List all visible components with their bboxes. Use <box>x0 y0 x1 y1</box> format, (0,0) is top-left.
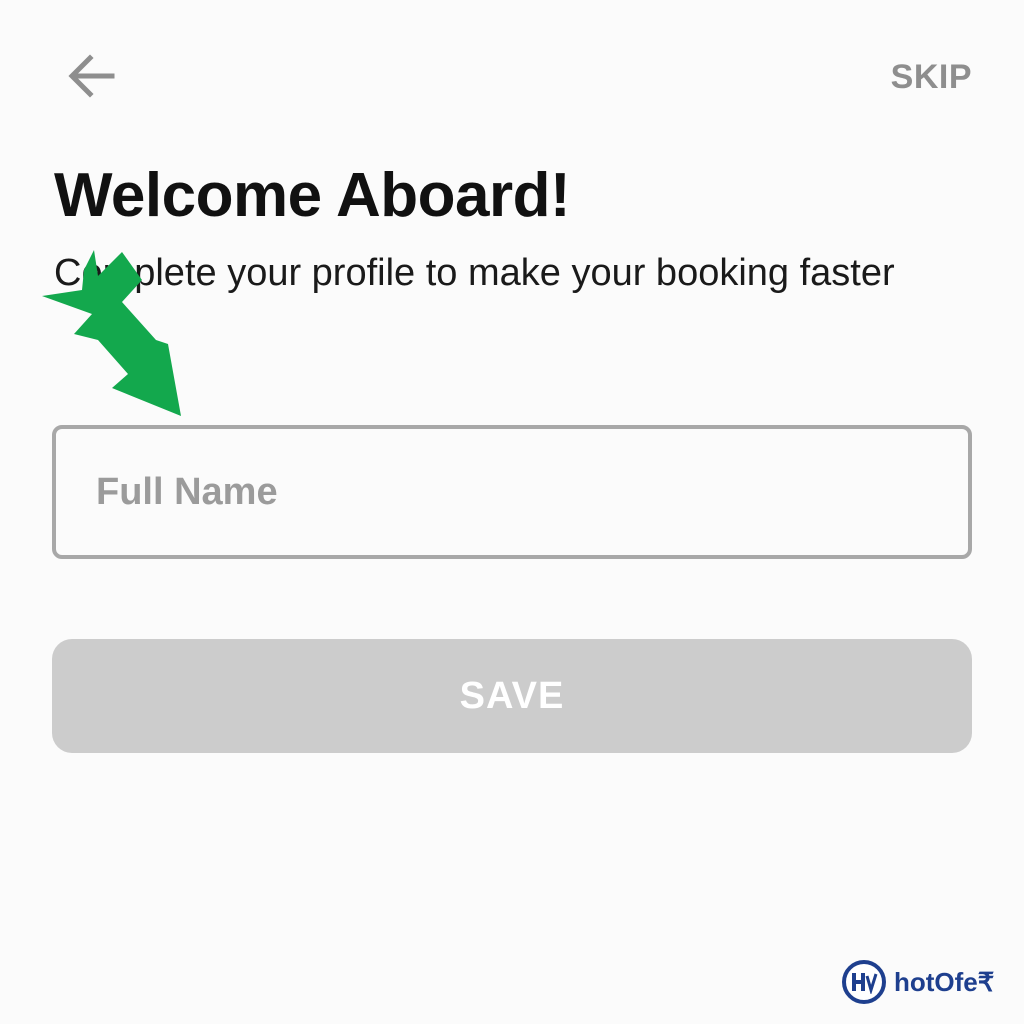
save-button[interactable]: SAVE <box>52 639 972 753</box>
arrow-left-icon <box>68 54 115 98</box>
page-subtitle: Complete your profile to make your booki… <box>54 252 895 294</box>
skip-button[interactable]: SKIP <box>891 58 972 97</box>
profile-screen: SKIP Welcome Aboard! Complete your profi… <box>0 0 1024 1024</box>
page-title: Welcome Aboard! <box>54 161 571 230</box>
full-name-input[interactable] <box>52 425 972 559</box>
watermark: hotOfe₹ <box>842 958 994 1006</box>
back-button[interactable] <box>62 48 122 104</box>
hotofer-logo-icon <box>842 960 886 1004</box>
watermark-name: hotOfe₹ <box>894 966 995 997</box>
